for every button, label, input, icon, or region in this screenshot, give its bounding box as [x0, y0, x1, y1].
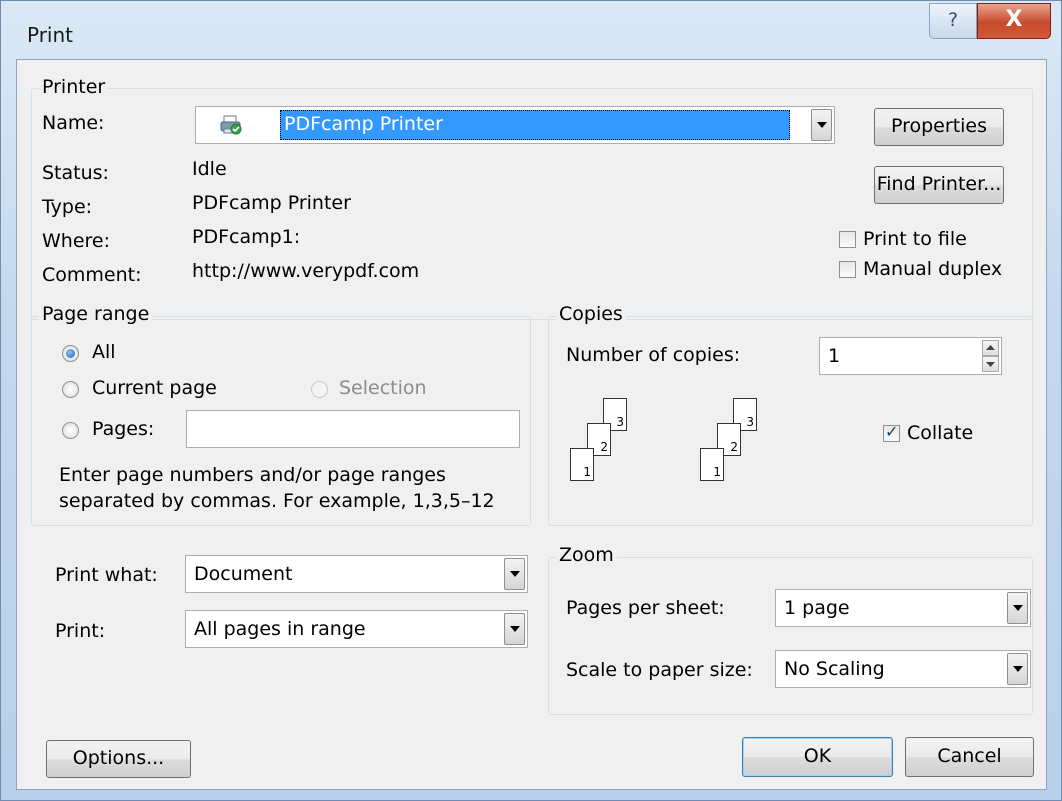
page-number: 2 [730, 440, 738, 454]
type-label: Type: [42, 196, 93, 218]
all-radio[interactable] [62, 345, 79, 362]
page-number: 3 [616, 415, 624, 429]
collated-pages-icon-2: 3 2 1 [700, 398, 780, 508]
type-value: PDFcamp Printer [192, 192, 351, 214]
print-to-file-label[interactable]: Print to file [863, 228, 967, 250]
copies-group-label: Copies [556, 303, 626, 325]
comment-label: Comment: [42, 264, 142, 286]
collated-pages-icon: 3 2 1 [570, 398, 650, 508]
pages-label[interactable]: Pages: [92, 418, 154, 440]
status-label: Status: [42, 162, 109, 184]
number-of-copies-label: Number of copies: [566, 344, 741, 366]
collate-checkbox[interactable] [883, 422, 900, 442]
printer-name-highlight: PDFcamp Printer [280, 110, 790, 140]
copies-up-arrow-icon[interactable] [982, 340, 999, 356]
print-dropdown-arrow-icon[interactable] [504, 613, 525, 645]
window-title: Print [27, 23, 74, 47]
manual-duplex-checkbox[interactable] [839, 261, 856, 278]
manual-duplex-label[interactable]: Manual duplex [863, 258, 1002, 280]
pages-radio[interactable] [62, 422, 79, 439]
selection-label[interactable]: Selection [339, 377, 427, 399]
collate-label[interactable]: Collate [907, 422, 973, 444]
page-number: 1 [713, 465, 721, 479]
page-number: 1 [583, 465, 591, 479]
page-icon: 1 [700, 448, 724, 481]
ok-button[interactable]: OK [742, 737, 893, 777]
scale-to-paper-size-select[interactable]: No Scaling [775, 650, 1031, 688]
status-value: Idle [192, 158, 227, 180]
all-label[interactable]: All [92, 341, 116, 363]
print-what-select[interactable]: Document [185, 555, 528, 593]
pages-per-sheet-select[interactable]: 1 page [775, 589, 1031, 627]
pages-per-sheet-value: 1 page [784, 597, 850, 619]
where-label: Where: [42, 230, 111, 252]
help-button[interactable]: ? [929, 3, 977, 39]
page-number: 3 [746, 415, 754, 429]
cancel-button[interactable]: Cancel [905, 737, 1034, 777]
printer-icon [220, 115, 242, 135]
properties-button[interactable]: Properties [874, 108, 1004, 146]
page-range-group-label: Page range [39, 303, 153, 325]
pages-input[interactable] [186, 410, 520, 448]
printer-group-label: Printer [39, 76, 109, 98]
copies-down-arrow-icon[interactable] [982, 356, 999, 372]
find-printer-button[interactable]: Find Printer... [874, 166, 1004, 204]
number-of-copies-value: 1 [828, 345, 841, 367]
comment-value: http://www.verypdf.com [192, 260, 420, 282]
pages-per-sheet-label: Pages per sheet: [566, 597, 725, 619]
dialog-client-area: Printer Name: PDFcamp Printer Properties… [16, 59, 1047, 790]
print-what-value: Document [194, 563, 293, 585]
zoom-group [548, 557, 1033, 715]
print-what-label: Print what: [55, 564, 158, 586]
number-of-copies-input[interactable]: 1 [819, 337, 1002, 375]
print-label: Print: [55, 620, 106, 642]
where-value: PDFcamp1: [192, 226, 301, 248]
page-range-hint-line1: Enter page numbers and/or page ranges [59, 464, 446, 486]
page-icon: 1 [570, 448, 594, 481]
dialog-window: Print ? X Printer Name: PDFcamp Printer … [0, 0, 1062, 801]
selection-radio[interactable] [311, 381, 328, 398]
current-page-radio[interactable] [62, 381, 79, 398]
pages-per-sheet-dropdown-arrow-icon[interactable] [1007, 592, 1028, 624]
print-select[interactable]: All pages in range [185, 610, 528, 648]
options-button[interactable]: Options... [46, 740, 191, 778]
page-range-hint-line2: separated by commas. For example, 1,3,5–… [59, 490, 495, 512]
scale-to-paper-size-value: No Scaling [784, 658, 885, 680]
scale-to-paper-size-label: Scale to paper size: [566, 659, 753, 681]
current-page-label[interactable]: Current page [92, 377, 217, 399]
printer-name-label: Name: [42, 112, 105, 134]
print-what-dropdown-arrow-icon[interactable] [504, 558, 525, 590]
close-button[interactable]: X [977, 3, 1051, 39]
print-value: All pages in range [194, 618, 366, 640]
scale-to-paper-size-dropdown-arrow-icon[interactable] [1007, 653, 1028, 685]
zoom-group-label: Zoom [556, 544, 617, 566]
printer-name-dropdown-arrow-icon[interactable] [811, 109, 832, 141]
page-number: 2 [600, 440, 608, 454]
printer-name-value: PDFcamp Printer [284, 113, 443, 135]
printer-name-select[interactable]: PDFcamp Printer [195, 106, 835, 144]
print-to-file-checkbox[interactable] [839, 231, 856, 248]
